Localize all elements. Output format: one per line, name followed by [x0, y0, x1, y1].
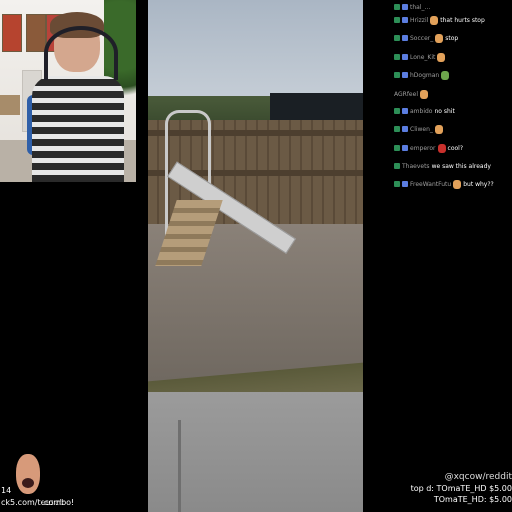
alert-count: 14	[1, 486, 12, 495]
chat-text: no shit	[434, 107, 455, 115]
face-emote-icon	[435, 33, 444, 43]
subscriber-badge-icon	[394, 126, 400, 132]
sub-badge-icon	[402, 54, 408, 60]
chat-username[interactable]: FreeWantFutu	[410, 181, 451, 188]
donation-overlay: @xqcow/reddit top d: TOmaTE_HD $5.00 TOm…	[392, 472, 512, 512]
chat-username[interactable]: AGRfeel	[394, 91, 418, 98]
alert-overlay: 14 ck5.com/teeseb combo!	[0, 452, 75, 512]
chat-username[interactable]: emperor	[410, 145, 436, 152]
emote-face-icon	[16, 454, 40, 494]
face-emote-icon	[453, 179, 462, 189]
chat-username[interactable]: Lone_Kit	[410, 54, 435, 61]
santa-hat-emote-icon	[437, 143, 446, 153]
chat-message: emperor cool?	[394, 141, 463, 155]
chat-text: stop	[445, 34, 459, 42]
sub-badge-icon	[402, 108, 408, 114]
chat-username[interactable]: Thaevets	[402, 163, 430, 170]
chat-username[interactable]: ambido	[410, 108, 432, 115]
subscriber-badge-icon	[394, 163, 400, 169]
sub-badge-icon	[402, 17, 408, 23]
sub-badge-icon	[402, 126, 408, 132]
streamer	[32, 12, 124, 182]
chat-message: ambido no shit	[394, 104, 455, 118]
subscriber-badge-icon	[394, 54, 400, 60]
chat-message: FreeWantFutu but why??	[394, 177, 494, 191]
face-emote-icon	[419, 89, 428, 99]
webcam-feed	[0, 0, 136, 182]
sub-badge-icon	[402, 72, 408, 78]
subscriber-badge-icon	[394, 181, 400, 187]
chat-text: we saw this already	[431, 162, 491, 170]
concrete-joint	[178, 420, 181, 512]
chat-message: thal_...	[394, 0, 432, 14]
latest-donation: TOmaTE_HD: $5.00	[433, 495, 512, 504]
subscriber-badge-icon	[394, 72, 400, 78]
chat-message: hDogman	[394, 68, 451, 82]
chat-message: AGRfeel	[394, 87, 430, 101]
frog-emote-icon	[441, 70, 450, 80]
alert-combo: combo!	[44, 498, 75, 507]
subscriber-badge-icon	[394, 145, 400, 151]
sub-badge-icon	[402, 181, 408, 187]
chat-username[interactable]: hDogman	[410, 72, 439, 79]
subscriber-badge-icon	[394, 35, 400, 41]
chat-message: Soccer_ stop	[394, 31, 458, 45]
main-video[interactable]	[148, 0, 363, 512]
chat-message: Hrizzil that hurts stop	[394, 13, 485, 27]
chat-panel: thal_... Hrizzil that hurts stop Soccer_…	[392, 0, 512, 196]
striped-sweater	[32, 76, 124, 182]
sub-badge-icon	[402, 145, 408, 151]
face-emote-icon	[437, 52, 446, 62]
chat-message: Lone_Kit	[394, 50, 447, 64]
wall-poster	[2, 14, 22, 52]
watermark: @xqcow/reddit	[444, 472, 512, 482]
chat-username[interactable]: thal_...	[410, 4, 430, 11]
chat-username[interactable]: Soccer_	[410, 35, 433, 42]
chat-text: cool?	[447, 144, 464, 152]
top-donation: top d: TOmaTE_HD $5.00	[410, 484, 512, 493]
headset-icon	[44, 26, 118, 80]
chat-username[interactable]: Hrizzil	[410, 17, 428, 24]
face-emote-icon	[434, 124, 443, 134]
subscriber-badge-icon	[394, 17, 400, 23]
chat-text: that hurts stop	[440, 16, 485, 24]
sub-badge-icon	[402, 35, 408, 41]
subscriber-badge-icon	[394, 108, 400, 114]
chat-text: but why??	[463, 180, 494, 188]
shelf	[0, 95, 20, 115]
chat-message: Cliwen_	[394, 122, 445, 136]
face-emote-icon	[430, 15, 439, 25]
chat-message: Thaevets we saw this already	[394, 159, 491, 173]
subscriber-badge-icon	[394, 4, 400, 10]
sub-badge-icon	[402, 4, 408, 10]
chat-username[interactable]: Cliwen_	[410, 126, 433, 133]
